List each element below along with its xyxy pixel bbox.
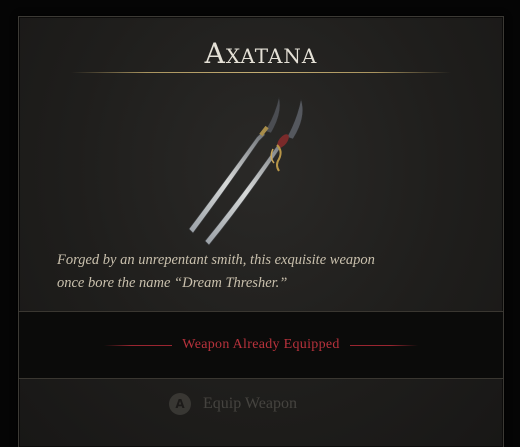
equip-weapon-label: Equip Weapon bbox=[203, 395, 297, 412]
item-title: Axatana bbox=[204, 37, 318, 70]
item-description: Forged by an unrepentant smith, this exq… bbox=[57, 249, 477, 295]
title-divider bbox=[71, 72, 451, 73]
item-detail-panel: Axatana Forged by an unrepentant smith, … bbox=[18, 16, 504, 447]
description-line-1: Forged by an unrepentant smith, this exq… bbox=[57, 252, 375, 268]
weapon-image bbox=[188, 96, 304, 246]
equip-weapon-button[interactable]: A Equip Weapon bbox=[169, 391, 297, 417]
status-line-right bbox=[349, 344, 418, 346]
description-line-2: once bore the name “Dream Thresher.” bbox=[57, 275, 288, 291]
a-button-icon: A bbox=[169, 393, 191, 415]
status-text: Weapon Already Equipped bbox=[182, 337, 340, 352]
status-line-left bbox=[104, 344, 173, 346]
equipped-status: Weapon Already Equipped bbox=[19, 335, 503, 355]
